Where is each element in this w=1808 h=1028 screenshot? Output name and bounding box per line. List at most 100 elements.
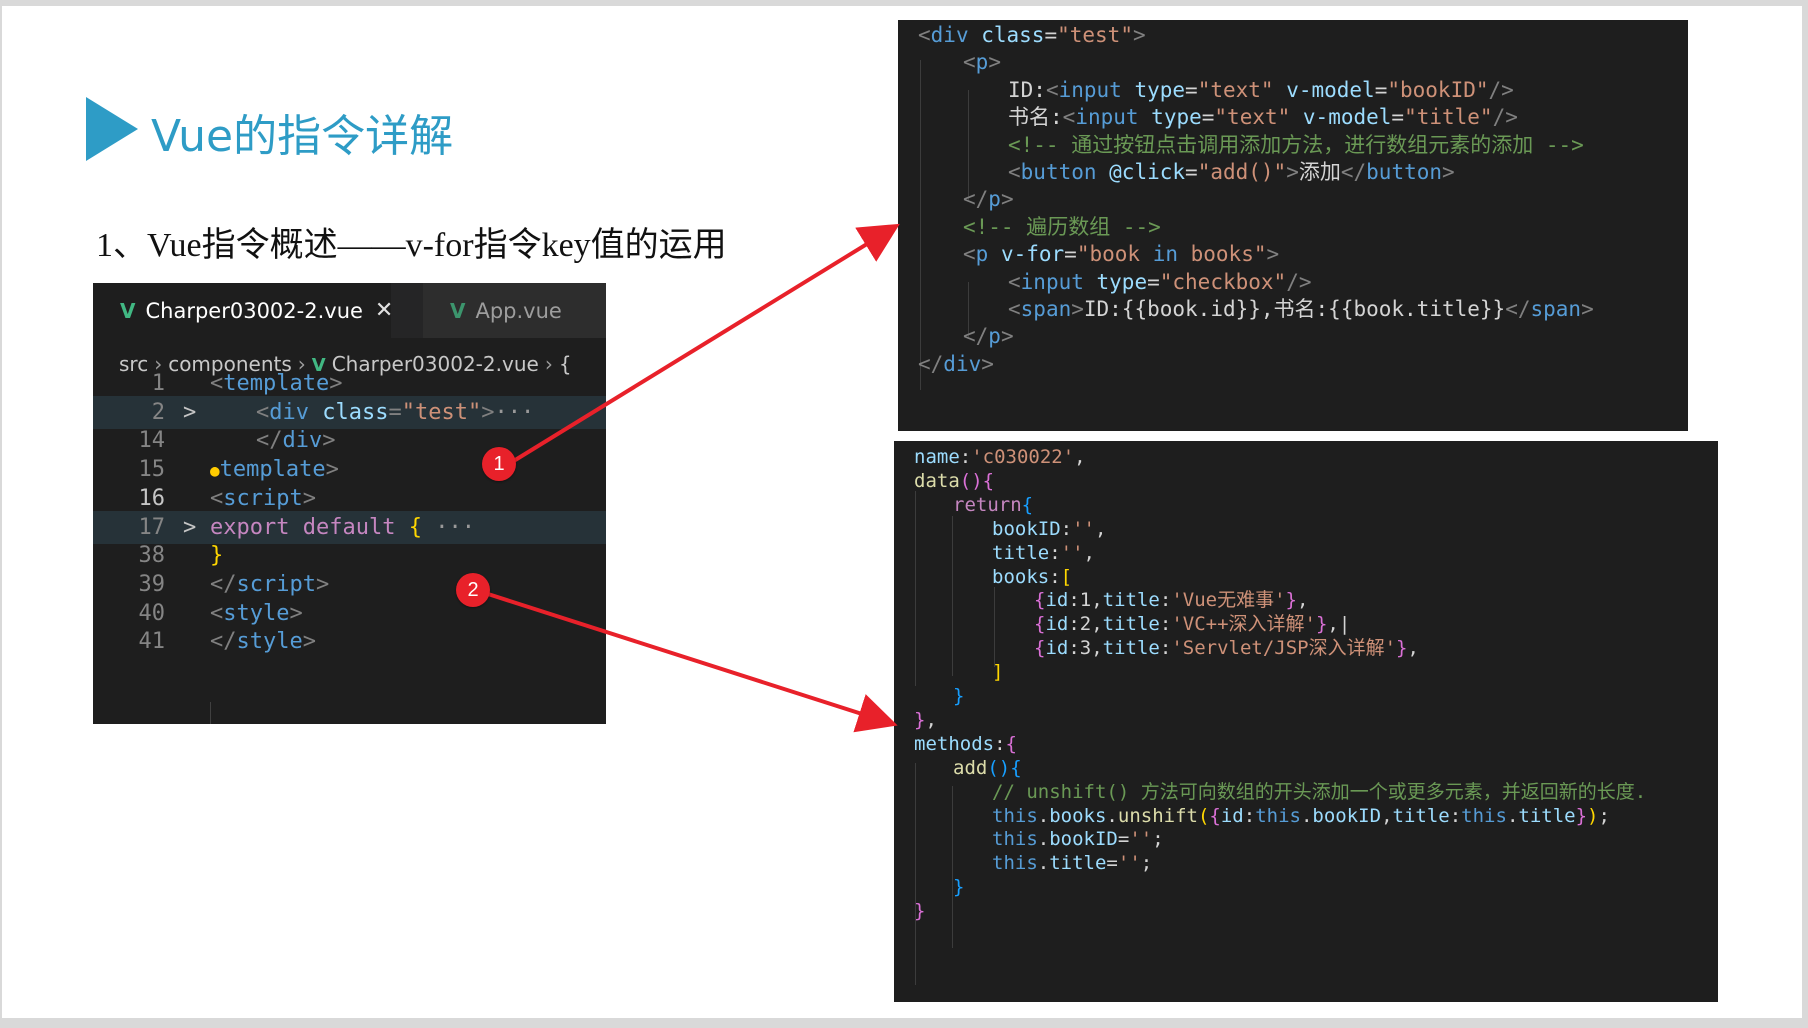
code-token: { [1010,756,1022,779]
code-token: () [987,756,1011,779]
code-token: /> [1488,77,1514,102]
code-token: { [1034,637,1046,660]
code-token: title [1102,589,1160,612]
code-token: > [1132,23,1146,47]
indent-guide [915,491,916,686]
indent-guide [915,763,916,985]
code-token: div [930,23,969,47]
code-token: :1, [1068,589,1103,612]
code-token: books [992,565,1050,588]
code-token: ; [1140,852,1153,875]
code-token: = [1147,269,1160,294]
code-token: > [315,571,330,597]
code-token: this [1461,804,1507,827]
close-icon[interactable]: ✕ [375,298,393,323]
code-token: class [309,399,389,425]
tab-app-vue[interactable]: V App.vue [423,283,606,338]
code-token: < [963,50,976,75]
code-token: 添加 [1298,160,1341,184]
code-token: "test" [1057,23,1133,47]
code-token: > [1071,297,1084,321]
code-line: <!-- 通过按钮点击调用添加方法，进行数组元素的添加 --> [1008,130,1584,160]
code-token: title [1518,804,1576,827]
code-token: input [1075,105,1139,130]
code-token: "title" [1404,105,1493,130]
lightbulb-icon[interactable]: ● [210,461,220,480]
code-token: : [1060,517,1073,540]
code-token: '' [1129,828,1153,851]
code-token: return [953,493,1022,516]
code-token: = [1201,105,1215,130]
code-token: , [1296,589,1309,612]
code-token: , [1407,637,1419,660]
code-token: 'VC++深入详解' [1171,613,1316,636]
code-token: '' [1060,541,1084,564]
code-token: , [1381,804,1393,827]
code-token: > [1000,187,1014,212]
code-token: { [1034,589,1046,612]
code-line: <!-- 遍历数组 --> [963,212,1161,242]
code-token: < [210,485,224,511]
code-line: <input type="checkbox"/> [1008,267,1311,297]
code-token: '' [1072,517,1095,540]
code-token: name [914,446,960,468]
code-token: </ [1340,160,1367,184]
code-token: div [269,399,309,425]
code-token: > [988,50,1001,75]
code-token: ( [1197,804,1210,827]
code-token: </ [963,187,989,212]
code-token: : [1243,804,1256,827]
indent-guide [920,60,921,390]
code-line: <span>ID:{{book.id}},书名:{{book.title}}</… [1008,294,1594,324]
code-token: { [408,514,422,540]
code-line: </div> [918,349,994,379]
editor-tab-bar: V Charper03002-2.vue ✕ V App.vue [93,283,606,338]
title-triangle-icon [86,97,138,161]
code-token: "add()" [1197,160,1287,184]
vue-file-icon: V [120,298,136,323]
code-token: ··· [421,514,475,540]
code-token: { [1005,732,1017,755]
code-token: "book [1076,242,1153,267]
code-token: title [992,541,1050,564]
code-token: : [1449,804,1462,827]
code-token: </ [1505,297,1531,321]
code-token: < [918,23,931,47]
code-token: 'Servlet/JSP深入详解' [1171,637,1397,660]
code-token: in [1152,242,1178,267]
code-line: this.title=''; [992,850,1152,877]
code-token: </ [963,324,989,349]
code-token: ,| [1327,613,1351,636]
code-token: [ [1060,565,1073,588]
code-token: = [1064,242,1077,267]
code-token: script [223,485,303,511]
code-line: </p> [963,184,1014,214]
code-token: > [1581,297,1594,321]
indent-guide [952,786,953,948]
code-token: < [1008,297,1021,321]
code-token: } [953,685,965,707]
code-token: > [329,371,343,396]
code-token: < [1062,105,1076,130]
editor-line[interactable]: 41 </style> [93,625,606,658]
slide-title: Vue的指令详解 [151,111,454,162]
code-token: :2, [1068,613,1103,636]
tab-charper03002[interactable]: V Charper03002-2.vue ✕ [93,283,393,338]
code-token: p [988,187,1001,212]
code-line: } [953,874,964,901]
vscode-editor: V Charper03002-2.vue ✕ V App.vue src › com… [93,283,606,724]
code-token: = [1374,77,1388,102]
code-token: : [1049,541,1061,564]
code-token: title [1102,613,1160,636]
script-code-panel: name:'c030022', data(){return{bookID:'', t… [894,441,1718,1002]
code-token: title [1049,852,1107,875]
code-token: = [1117,828,1130,851]
line-number: 41 [138,629,166,655]
code-token: = [1044,23,1058,47]
code-token: p [975,50,989,75]
code-token: v-model [1273,77,1375,102]
code-token: input [1020,269,1084,294]
code-line: } [914,898,925,925]
code-token: , [1083,541,1095,564]
code-token: "test" [401,399,482,425]
